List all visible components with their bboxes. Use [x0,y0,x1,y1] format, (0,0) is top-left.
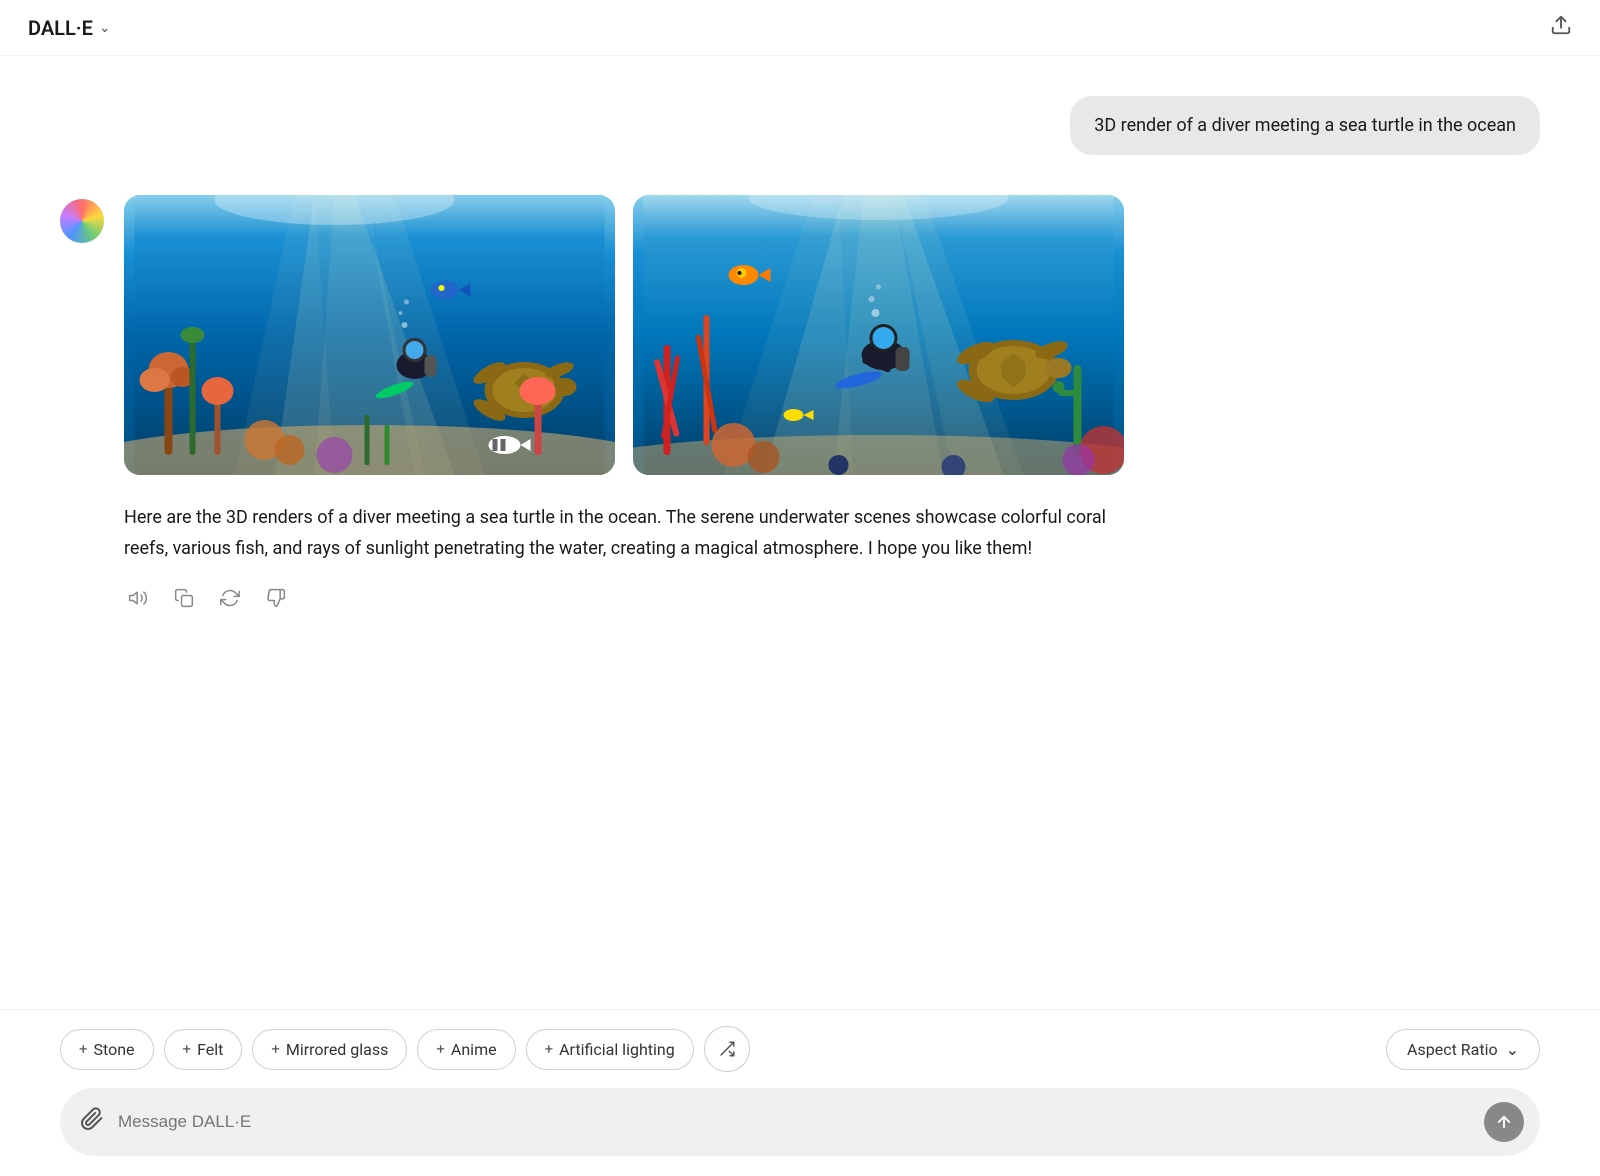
chip-mirrored-glass-label: Mirrored glass [286,1040,389,1059]
user-bubble: 3D render of a diver meeting a sea turtl… [1070,96,1540,155]
generated-image-2[interactable] [633,195,1124,475]
attach-button[interactable] [80,1107,104,1137]
chat-area: 3D render of a diver meeting a sea turtl… [0,56,1600,1009]
aspect-ratio-label: Aspect Ratio [1407,1040,1498,1059]
app-title-button[interactable]: DALL·E ⌄ [28,16,111,40]
app-title: DALL·E [28,16,93,40]
images-row [124,195,1124,475]
plus-icon: + [79,1040,88,1058]
assistant-content: Here are the 3D renders of a diver meeti… [124,195,1124,617]
shuffle-button[interactable] [704,1026,750,1072]
copy-icon[interactable] [170,584,198,617]
chip-felt-label: Felt [197,1040,223,1059]
chip-artificial-lighting-label: Artificial lighting [559,1040,675,1059]
chip-anime-label: Anime [451,1040,497,1059]
speaker-icon[interactable] [124,584,152,617]
bottom-bar: + Stone + Felt + Mirrored glass + Anime … [0,1009,1600,1176]
plus-icon: + [436,1040,445,1058]
user-message-container: 3D render of a diver meeting a sea turtl… [0,96,1600,155]
chip-felt[interactable]: + Felt [164,1029,243,1070]
generated-image-1[interactable] [124,195,615,475]
chip-mirrored-glass[interactable]: + Mirrored glass [252,1029,407,1070]
send-button[interactable] [1484,1102,1524,1142]
chip-stone-label: Stone [94,1040,135,1059]
upload-button[interactable] [1550,14,1572,41]
regenerate-icon[interactable] [216,584,244,617]
aspect-ratio-chevron-icon: ⌄ [1506,1040,1519,1059]
aspect-ratio-button[interactable]: Aspect Ratio ⌄ [1386,1029,1540,1070]
plus-icon: + [545,1040,554,1058]
plus-icon: + [271,1040,280,1058]
action-icons-row [124,584,1124,617]
plus-icon: + [183,1040,192,1058]
avatar [60,199,104,243]
assistant-message-container: Here are the 3D renders of a diver meeti… [0,195,1600,617]
app-header: DALL·E ⌄ [0,0,1600,56]
message-input[interactable] [118,1112,1470,1132]
chip-artificial-lighting[interactable]: + Artificial lighting [526,1029,694,1070]
message-input-area [60,1088,1540,1156]
chip-stone[interactable]: + Stone [60,1029,154,1070]
style-chips-row: + Stone + Felt + Mirrored glass + Anime … [60,1026,1540,1072]
chip-anime[interactable]: + Anime [417,1029,515,1070]
assistant-response-text: Here are the 3D renders of a diver meeti… [124,503,1124,564]
thumbs-down-icon[interactable] [262,584,290,617]
title-chevron-icon: ⌄ [99,20,111,36]
